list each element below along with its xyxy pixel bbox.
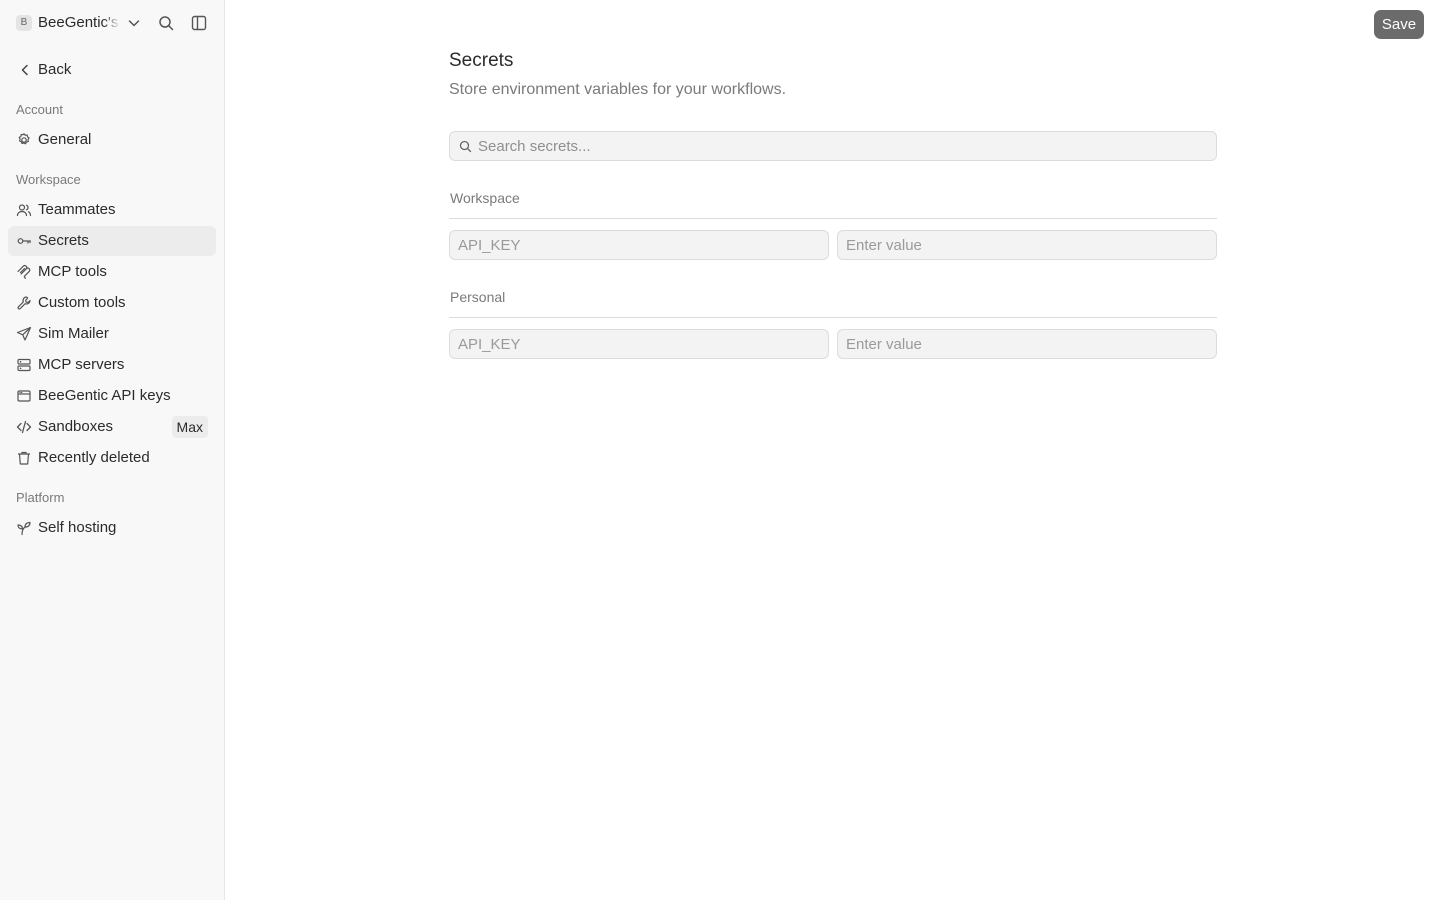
workspace-header: B BeeGentic's bbox=[0, 0, 225, 46]
mcp-icon bbox=[16, 264, 32, 280]
search-bar bbox=[449, 131, 1217, 161]
users-icon bbox=[16, 202, 32, 218]
sidebar-item-label: Recently deleted bbox=[38, 449, 150, 466]
sidebar-item-label: Secrets bbox=[38, 232, 89, 249]
sidebar-item-teammates[interactable]: Teammates bbox=[8, 195, 216, 225]
code-icon bbox=[16, 419, 32, 435]
sidebar-item-label: Sim Mailer bbox=[38, 325, 109, 342]
sidebar-item-recently-deleted[interactable]: Recently deleted bbox=[8, 443, 216, 473]
sidebar-item-label: Custom tools bbox=[38, 294, 126, 311]
page-subtitle: Store environment variables for your wor… bbox=[449, 81, 787, 98]
chevron-left-icon bbox=[17, 62, 33, 78]
section-label-workspace: Workspace bbox=[16, 172, 81, 187]
save-button[interactable]: Save bbox=[1374, 10, 1424, 39]
send-icon bbox=[16, 326, 32, 342]
sidebar-item-mcp-servers[interactable]: MCP servers bbox=[8, 350, 216, 380]
workspace-avatar: B bbox=[16, 15, 32, 31]
search-input[interactable] bbox=[478, 132, 1208, 160]
secret-value-field bbox=[837, 329, 1217, 359]
chevron-down-icon[interactable] bbox=[125, 14, 143, 32]
secret-value-input[interactable] bbox=[838, 330, 1216, 358]
sprout-icon bbox=[16, 520, 32, 536]
trash-icon bbox=[16, 450, 32, 466]
search-icon[interactable] bbox=[157, 14, 175, 32]
sidebar-item-general[interactable]: General bbox=[8, 125, 216, 155]
group-label-personal: Personal bbox=[450, 289, 506, 305]
group-label-workspace: Workspace bbox=[450, 190, 520, 206]
sidebar-item-secrets[interactable]: Secrets bbox=[8, 226, 216, 256]
workspace-name[interactable]: BeeGentic's bbox=[38, 14, 120, 32]
sidebar-item-label: Teammates bbox=[38, 201, 116, 218]
secret-key-field bbox=[449, 230, 829, 260]
sidebar-item-label: MCP tools bbox=[38, 263, 107, 280]
secret-key-field bbox=[449, 329, 829, 359]
key-icon bbox=[16, 233, 32, 249]
section-label-account: Account bbox=[16, 102, 63, 117]
back-button[interactable]: Back bbox=[8, 56, 216, 84]
secret-key-input[interactable] bbox=[450, 231, 828, 259]
sidebar-item-sim-mailer[interactable]: Sim Mailer bbox=[8, 319, 216, 349]
sidebar-item-label: MCP servers bbox=[38, 356, 125, 373]
divider bbox=[449, 218, 1217, 219]
sidebar-item-api-keys[interactable]: BeeGentic API keys bbox=[8, 381, 216, 411]
sidebar-item-custom-tools[interactable]: Custom tools bbox=[8, 288, 216, 318]
sidebar-toggle-icon[interactable] bbox=[190, 14, 208, 32]
sidebar: B BeeGentic's Back Account General Works… bbox=[0, 0, 225, 900]
sidebar-item-label: BeeGentic API keys bbox=[38, 387, 171, 404]
secret-value-input[interactable] bbox=[838, 231, 1216, 259]
sidebar-item-label: Self hosting bbox=[38, 519, 117, 536]
divider bbox=[449, 317, 1217, 318]
search-icon bbox=[459, 140, 472, 153]
section-label-platform: Platform bbox=[16, 490, 65, 505]
sidebar-item-self-hosting[interactable]: Self hosting bbox=[8, 513, 216, 543]
back-label: Back bbox=[38, 61, 72, 78]
secret-value-field bbox=[837, 230, 1217, 260]
plan-badge: Max bbox=[171, 416, 208, 438]
sidebar-item-label: General bbox=[38, 131, 92, 148]
gear-icon bbox=[16, 132, 32, 148]
sidebar-item-label: Sandboxes bbox=[38, 418, 114, 435]
sidebar-item-sandboxes[interactable]: Sandboxes Max bbox=[8, 412, 216, 442]
page-title: Secrets bbox=[449, 50, 514, 71]
sidebar-item-mcp-tools[interactable]: MCP tools bbox=[8, 257, 216, 287]
browser-window-icon bbox=[16, 388, 32, 404]
secret-key-input[interactable] bbox=[450, 330, 828, 358]
wrench-icon bbox=[16, 295, 32, 311]
server-icon bbox=[16, 357, 32, 373]
